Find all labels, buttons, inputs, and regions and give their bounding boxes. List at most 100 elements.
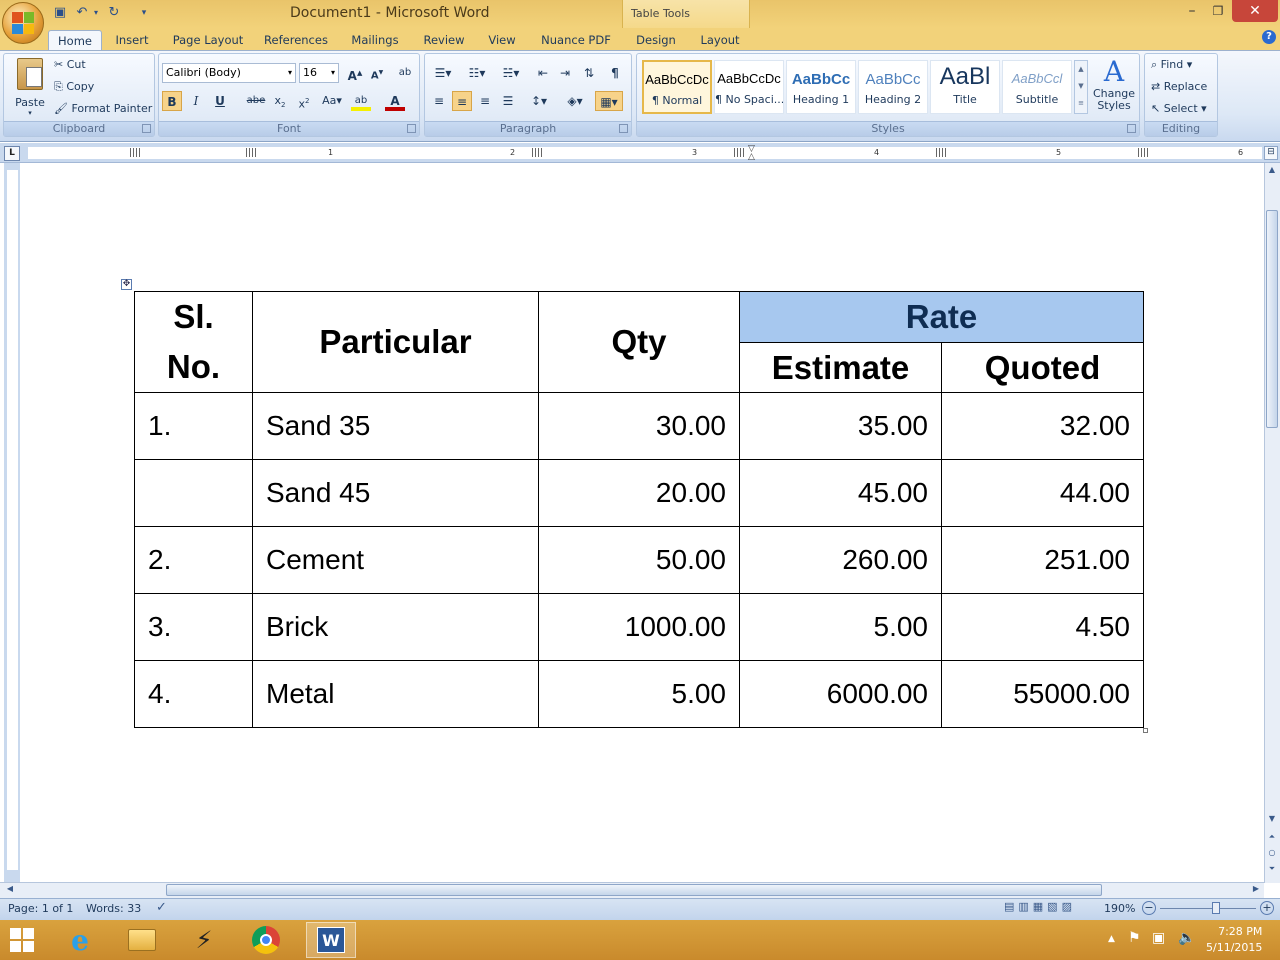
internet-explorer-icon[interactable]: e <box>60 922 100 958</box>
show-formatting-marks-icon[interactable]: ¶ <box>605 63 625 83</box>
cell-estimate[interactable]: 6000.00 <box>739 660 942 728</box>
show-hidden-icons-icon[interactable]: ▲ <box>1108 934 1115 944</box>
cell-sl[interactable] <box>134 459 253 527</box>
cell-estimate[interactable]: 45.00 <box>739 459 942 527</box>
multilevel-list-icon[interactable]: ☵▾ <box>497 63 525 83</box>
view-ruler-icon[interactable]: ⊟ <box>1264 146 1278 160</box>
windows-start-icon[interactable] <box>2 922 42 958</box>
justify-icon[interactable]: ☰ <box>498 91 518 111</box>
copy-button[interactable]: ⎘ Copy <box>54 80 94 94</box>
cell-sl[interactable]: 1. <box>134 392 253 460</box>
cell-estimate[interactable]: 260.00 <box>739 526 942 594</box>
cell-sl[interactable]: 3. <box>134 593 253 661</box>
change-case-icon[interactable]: Aa▾ <box>319 91 345 111</box>
cell-estimate[interactable]: 5.00 <box>739 593 942 661</box>
action-center-flag-icon[interactable]: ⚑ <box>1128 930 1141 946</box>
cell-quoted[interactable]: 32.00 <box>941 392 1144 460</box>
cut-button[interactable]: ✂ Cut <box>54 58 86 71</box>
font-launcher-icon[interactable] <box>407 124 416 133</box>
cell-particular[interactable]: Sand 45 <box>252 459 539 527</box>
ruler-strip[interactable] <box>28 147 1262 159</box>
cell-particular[interactable]: Sand 35 <box>252 392 539 460</box>
redo-icon[interactable]: ↻ <box>106 5 122 21</box>
paragraph-launcher-icon[interactable] <box>619 124 628 133</box>
scroll-left-icon[interactable]: ◀ <box>4 884 16 896</box>
cell-qty[interactable]: 20.00 <box>538 459 740 527</box>
network-icon[interactable]: ▣ <box>1152 930 1165 946</box>
borders-icon[interactable]: ▦▾ <box>595 91 623 111</box>
find-button[interactable]: ⌕ Find ▾ <box>1151 58 1192 72</box>
decrease-indent-icon[interactable]: ⇤ <box>533 63 553 83</box>
cell-quoted[interactable]: 251.00 <box>941 526 1144 594</box>
previous-page-icon[interactable]: ⏶ <box>1266 832 1278 844</box>
font-size-select[interactable]: 16 ▾ <box>299 63 339 83</box>
scroll-down-icon[interactable]: ▼ <box>1266 814 1278 826</box>
superscript-icon[interactable]: x2 <box>294 91 314 111</box>
tab-design[interactable]: Design <box>630 30 682 50</box>
data-table[interactable]: Sl. No. Particular Qty Rate Estimate Quot… <box>134 291 1144 728</box>
customize-qat-icon[interactable]: ▾ <box>136 5 152 21</box>
cell-particular[interactable]: Metal <box>252 660 539 728</box>
page-count[interactable]: Page: 1 of 1 <box>8 902 73 915</box>
change-styles-button[interactable]: A Change Styles <box>1092 56 1136 120</box>
cell-qty[interactable]: 30.00 <box>538 392 740 460</box>
bullets-icon[interactable]: ☰▾ <box>429 63 457 83</box>
shrink-font-icon[interactable]: A▼ <box>367 63 387 83</box>
vertical-scroll-thumb[interactable] <box>1266 210 1278 428</box>
style-heading-2[interactable]: AaBbCc Heading 2 <box>858 60 928 114</box>
cell-qty[interactable]: 50.00 <box>538 526 740 594</box>
align-right-icon[interactable]: ≡ <box>475 91 495 111</box>
subscript-icon[interactable]: x2 <box>270 91 290 111</box>
cell-qty[interactable]: 1000.00 <box>538 593 740 661</box>
tab-selector-button[interactable]: L <box>4 146 20 161</box>
browse-object-icon[interactable]: ○ <box>1266 848 1278 860</box>
tab-review[interactable]: Review <box>416 30 472 50</box>
next-page-icon[interactable]: ⏷ <box>1266 864 1278 876</box>
word-count[interactable]: Words: 33 <box>86 902 141 915</box>
numbering-icon[interactable]: ☷▾ <box>463 63 491 83</box>
zoom-slider-thumb[interactable] <box>1212 902 1220 914</box>
shading-icon[interactable]: ◈▾ <box>561 91 589 111</box>
column-marker[interactable] <box>532 148 542 157</box>
replace-button[interactable]: ⇄ Replace <box>1151 80 1207 93</box>
cell-estimate[interactable]: 35.00 <box>739 392 942 460</box>
header-sl-no[interactable]: Sl. No. <box>134 291 253 393</box>
tab-insert[interactable]: Insert <box>108 30 156 50</box>
cell-qty[interactable]: 5.00 <box>538 660 740 728</box>
highlight-icon[interactable]: ab <box>351 91 371 111</box>
header-quoted[interactable]: Quoted <box>941 342 1144 393</box>
column-marker[interactable] <box>936 148 946 157</box>
header-qty[interactable]: Qty <box>538 291 740 393</box>
sort-icon[interactable]: ⇅ <box>579 63 599 83</box>
style-normal[interactable]: AaBbCcDc ¶ Normal <box>642 60 712 114</box>
scroll-up-icon[interactable]: ▲ <box>1266 165 1278 177</box>
styles-launcher-icon[interactable] <box>1127 124 1136 133</box>
cell-quoted[interactable]: 55000.00 <box>941 660 1144 728</box>
zoom-out-icon[interactable]: − <box>1142 901 1156 915</box>
zoom-slider[interactable] <box>1160 908 1256 909</box>
tray-clock[interactable]: 7:28 PM 5/11/2015 <box>1206 924 1262 956</box>
style-title[interactable]: AaBl Title <box>930 60 1000 114</box>
undo-icon[interactable]: ↶ <box>74 5 90 21</box>
scroll-right-icon[interactable]: ▶ <box>1250 884 1262 896</box>
proofing-icon[interactable]: ✓ <box>156 900 167 915</box>
help-icon[interactable]: ? <box>1262 30 1276 44</box>
volume-icon[interactable]: 🔈 <box>1178 930 1195 946</box>
cell-sl[interactable]: 4. <box>134 660 253 728</box>
align-left-icon[interactable]: ≡ <box>429 91 449 111</box>
table-resize-handle[interactable] <box>1143 728 1148 733</box>
style-no-spacing[interactable]: AaBbCcDc ¶ No Spaci... <box>714 60 784 114</box>
paste-button[interactable]: Paste ▾ <box>10 56 50 120</box>
horizontal-scroll-thumb[interactable] <box>166 884 1102 896</box>
tab-page-layout[interactable]: Page Layout <box>166 30 250 50</box>
zoom-in-icon[interactable]: + <box>1260 901 1274 915</box>
format-painter-button[interactable]: 🖌 Format Painter <box>54 102 152 115</box>
header-rate[interactable]: Rate <box>739 291 1144 343</box>
clear-formatting-icon[interactable]: ab <box>395 63 415 83</box>
tab-layout[interactable]: Layout <box>694 30 746 50</box>
font-color-icon[interactable]: A <box>385 91 405 111</box>
bold-icon[interactable]: B <box>162 91 182 111</box>
tab-home[interactable]: Home <box>48 30 102 50</box>
clipboard-launcher-icon[interactable] <box>142 124 151 133</box>
increase-indent-icon[interactable]: ⇥ <box>555 63 575 83</box>
